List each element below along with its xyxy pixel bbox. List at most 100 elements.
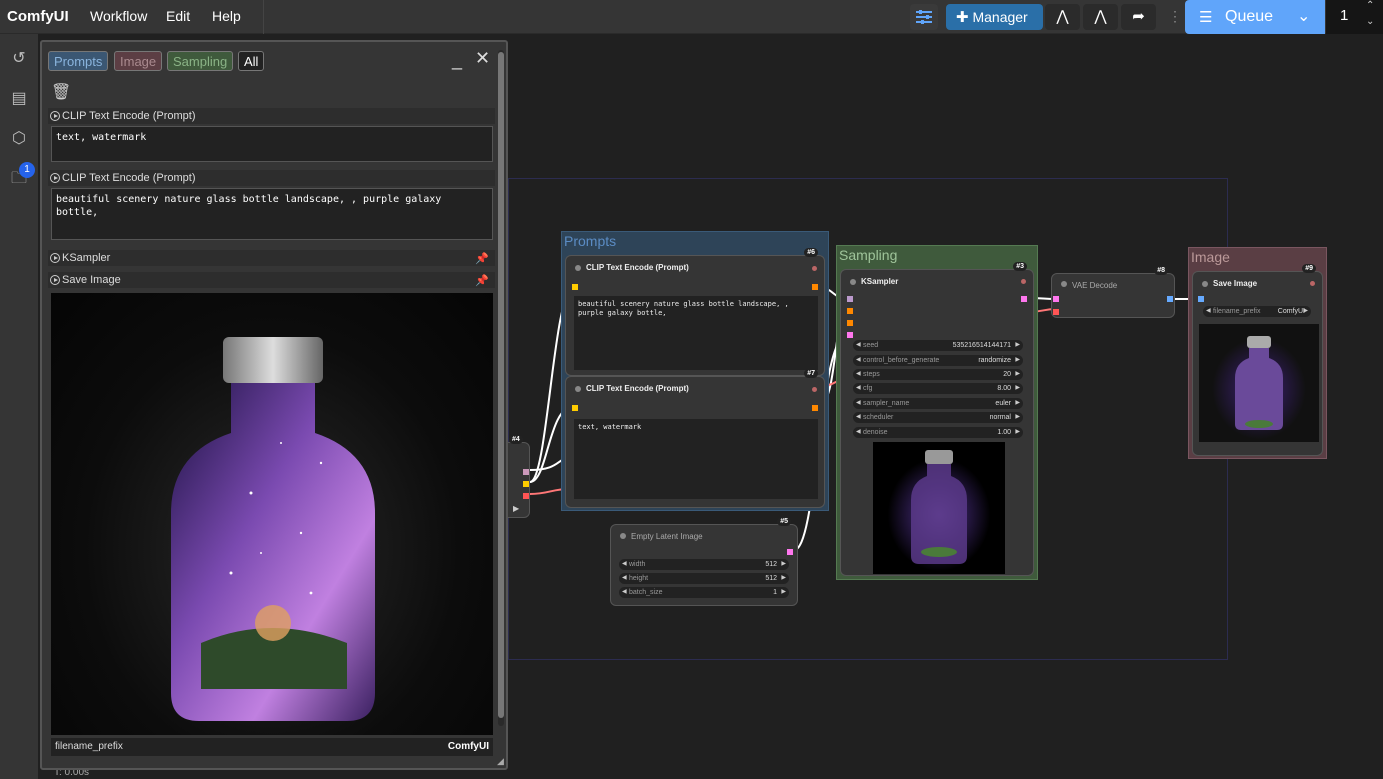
manager-label: Manager [972,9,1028,25]
more-options-icon[interactable]: ⋮ [1168,8,1182,25]
puzzle-icon: ✚ [956,9,969,26]
collapse-arrow-icon[interactable]: ▶ [513,504,519,513]
play-icon[interactable] [50,173,60,183]
tab-sampling[interactable]: Sampling [167,51,234,71]
node-id-badge: #5 [777,517,791,526]
menu-edit[interactable]: Edit [166,8,190,24]
widget-width[interactable]: width512 [619,559,789,570]
section-title: Save Image [62,274,121,286]
node-title: Save Image [1213,279,1258,288]
node-library-icon[interactable]: ▤ [9,89,29,109]
widget-seed[interactable]: seed535216514144171 [853,340,1023,351]
prompt-panel[interactable]: Prompts Image Sampling All _ ✕ 🗑 CLIP Te… [40,40,508,770]
resize-handle-icon[interactable]: ◢ [497,756,504,767]
filename-prefix-widget[interactable]: filename_prefix ComfyUI [51,738,493,756]
saved-image-preview [1199,324,1319,442]
batch-count-value: 1 [1340,7,1349,24]
vae-decode-node[interactable]: VAE Decode #8 [1051,266,1175,318]
widget-height[interactable]: height512 [619,573,789,584]
pin-icon[interactable]: 📌 [475,251,489,267]
share-arrow-icon: ➦ [1132,8,1145,25]
node-id-badge: #8 [1154,266,1168,275]
node-update-icon: ⋀ [1094,8,1107,25]
widget-cfg[interactable]: cfg8.00 [853,383,1023,394]
ksampler-node[interactable]: KSampler #3 seed535216514144171 control_… [840,262,1034,576]
model-library-icon[interactable]: ⬡ [9,129,29,149]
clip-text-encode-node-7[interactable]: CLIP Text Encode (Prompt) #7 text, water… [565,369,825,508]
trash-icon[interactable]: 🗑 [51,82,71,102]
top-bar: ComfyUI Workflow Edit Help ✚ Manager ⋀ ⋀… [0,0,1383,34]
section-save-image[interactable]: Save Image 📌 [48,272,495,288]
positive-prompt-textarea[interactable]: beautiful scenery nature glass bottle la… [51,188,493,240]
negative-prompt-textarea[interactable]: text, watermark [51,126,493,162]
node-title: Empty Latent Image [631,532,703,541]
node-icon: ⋀ [1056,8,1069,25]
pin-icon[interactable]: 📌 [475,273,489,289]
model-update-button[interactable]: ⋀ [1083,4,1118,30]
node-id-badge: #4 [509,435,523,444]
clip-text-encode-node-6[interactable]: CLIP Text Encode (Prompt) #6 beautiful s… [565,248,825,376]
notification-badge: 1 [19,162,35,178]
left-sidebar: ↺ ▤ ⬡ 🗀 1 [0,34,38,779]
toggle-panel-button[interactable] [910,4,938,30]
menu-divider [263,0,264,34]
model-download-button[interactable]: ⋀ [1045,4,1080,30]
widget-steps[interactable]: steps20 [853,369,1023,380]
bottle-thumbnail-icon [1235,336,1283,430]
share-button[interactable]: ➦ [1121,4,1156,30]
play-icon[interactable] [50,253,60,263]
group-title: Sampling [839,247,898,263]
section-clip-negative[interactable]: CLIP Text Encode (Prompt) [48,108,495,124]
widget-scheduler[interactable]: schedulernormal [853,412,1023,423]
queue-label: Queue [1225,8,1274,25]
manager-button[interactable]: ✚ Manager [946,4,1043,30]
chevron-down-icon[interactable]: ⌄ [1297,6,1310,26]
section-title: KSampler [62,252,111,264]
widget-batch-size[interactable]: batch_size1 [619,587,789,598]
queue-list-icon: ☰ [1199,9,1213,26]
widget-label: filename_prefix [55,741,123,752]
increment-icon[interactable]: ⌃ [1366,0,1374,11]
menu-help[interactable]: Help [212,8,241,24]
widget-denoise[interactable]: denoise1.00 [853,427,1023,438]
node-title: KSampler [861,277,899,286]
widget-control-before-generate[interactable]: control_before_generaterandomize [853,355,1023,366]
node-id-badge: #9 [1302,264,1316,273]
group-title: Image [1191,249,1230,265]
tab-image[interactable]: Image [114,51,163,71]
save-image-node[interactable]: Save Image #9 filename_prefixComfyUI [1192,264,1323,456]
tab-prompts[interactable]: Prompts [48,51,109,71]
panel-scrollbar[interactable] [498,50,504,726]
preview-image [873,442,1005,574]
node-id-badge: #6 [804,248,818,257]
section-ksampler[interactable]: KSampler 📌 [48,250,495,266]
bottle-preview-icon [911,450,967,564]
node-title: CLIP Text Encode (Prompt) [586,263,689,272]
batch-count-input[interactable]: 1 ⌃ ⌄ [1326,0,1383,34]
play-icon[interactable] [50,275,60,285]
section-title: CLIP Text Encode (Prompt) [62,110,196,122]
close-icon[interactable]: ✕ [475,48,490,69]
node-title: VAE Decode [1072,281,1118,290]
section-clip-positive[interactable]: CLIP Text Encode (Prompt) [48,170,495,186]
widget-sampler-name[interactable]: sampler_nameeuler [853,398,1023,409]
node-title: CLIP Text Encode (Prompt) [586,384,689,393]
play-icon[interactable] [50,111,60,121]
queue-button[interactable]: ☰ Queue ⌄ [1185,0,1325,34]
decrement-icon[interactable]: ⌄ [1366,16,1374,27]
sliders-icon [916,10,932,24]
section-title: CLIP Text Encode (Prompt) [62,172,196,184]
history-icon[interactable]: ↺ [9,49,29,69]
prompt-textarea[interactable]: beautiful scenery nature glass bottle la… [574,296,818,370]
minimize-icon[interactable]: _ [452,50,462,71]
empty-latent-image-node[interactable]: Empty Latent Image #5 width512 height512… [610,517,798,606]
node-id-badge: #3 [1013,262,1027,271]
menu-workflow[interactable]: Workflow [90,8,147,24]
tab-all[interactable]: All [238,51,265,71]
node-id-badge: #7 [804,369,818,378]
prompt-textarea[interactable]: text, watermark [574,419,818,499]
galaxy-bottle-image-icon [171,337,375,721]
app-logo: ComfyUI [7,8,69,25]
widget-filename-prefix[interactable]: filename_prefixComfyUI [1203,306,1311,317]
output-image [51,293,493,735]
